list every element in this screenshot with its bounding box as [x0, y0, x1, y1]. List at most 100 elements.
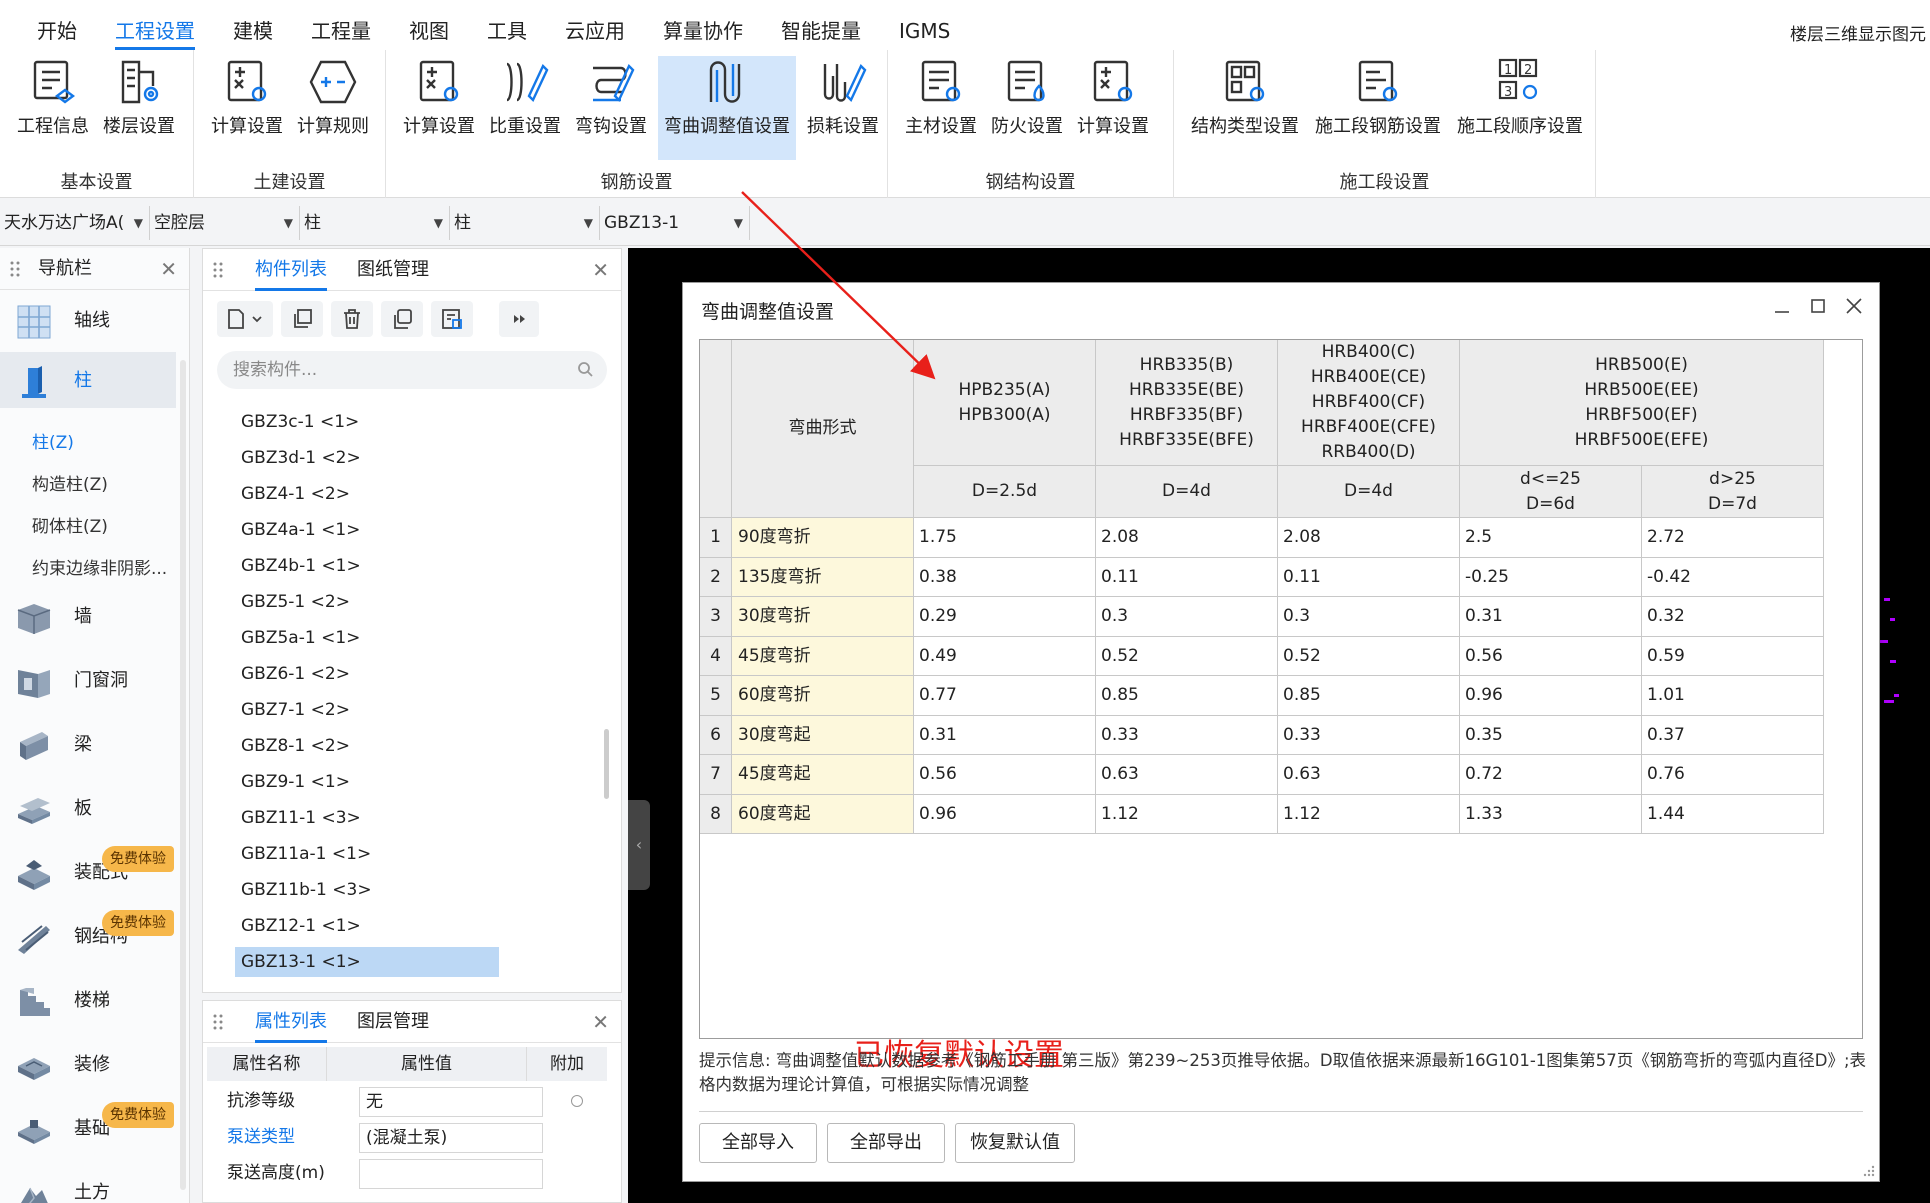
adjustment-value-cell[interactable]: 0.31: [1460, 597, 1642, 637]
adjustment-value-cell[interactable]: -0.42: [1642, 557, 1824, 597]
close-icon[interactable]: ✕: [592, 1001, 609, 1043]
type-select[interactable]: 柱 ▼: [450, 206, 600, 240]
nav-subitem-constructional-column[interactable]: 构造柱(Z): [32, 470, 108, 495]
restore-defaults-button[interactable]: 恢复默认值: [955, 1123, 1075, 1163]
main-material-settings-button[interactable]: 主材设置: [902, 56, 980, 160]
bend-adjustment-settings-button[interactable]: 弯曲调整值设置: [658, 56, 796, 160]
element-select[interactable]: GBZ13-1 ▼: [600, 206, 750, 240]
adjustment-value-cell[interactable]: 0.38: [914, 557, 1096, 597]
menu-item[interactable]: 工程设置: [96, 12, 214, 50]
more-tools-button[interactable]: [499, 301, 539, 337]
nav-item-beam[interactable]: 梁: [0, 716, 176, 774]
nav-item-wall[interactable]: 墙: [0, 588, 176, 646]
adjustment-value-cell[interactable]: 0.96: [914, 794, 1096, 834]
adjustment-value-cell[interactable]: 0.33: [1278, 715, 1460, 755]
adjustment-value-cell[interactable]: 1.12: [1278, 794, 1460, 834]
list-item[interactable]: GBZ6-1 <2>: [235, 659, 499, 689]
adjustment-value-cell[interactable]: 0.77: [914, 676, 1096, 716]
adjustment-value-cell[interactable]: 0.85: [1278, 676, 1460, 716]
adjustment-value-cell[interactable]: 0.63: [1096, 755, 1278, 795]
adjustment-value-cell[interactable]: 2.5: [1460, 518, 1642, 558]
fireproof-settings-button[interactable]: 防火设置: [988, 56, 1066, 160]
free-trial-badge[interactable]: 免费体验: [102, 910, 174, 936]
tab-property-list[interactable]: 属性列表: [255, 1001, 327, 1043]
copy-component-button[interactable]: [281, 301, 323, 337]
tab-drawing-management[interactable]: 图纸管理: [357, 249, 429, 291]
maximize-button[interactable]: [1805, 293, 1831, 319]
import-all-button[interactable]: 全部导入: [699, 1123, 817, 1163]
tab-component-list[interactable]: 构件列表: [255, 249, 327, 291]
stage-order-settings-button[interactable]: 123 施工段顺序设置: [1452, 56, 1588, 160]
adjustment-value-cell[interactable]: 1.44: [1642, 794, 1824, 834]
adjustment-value-cell[interactable]: 1.01: [1642, 676, 1824, 716]
project-select[interactable]: 天水万达广场A(▼: [0, 206, 150, 240]
list-item[interactable]: GBZ4-1 <2>: [235, 479, 499, 509]
free-trial-badge[interactable]: 免费体验: [102, 846, 174, 872]
steel-calc-settings-button[interactable]: 计算设置: [1074, 56, 1152, 160]
list-item[interactable]: GBZ9-1 <1>: [235, 767, 499, 797]
menu-item[interactable]: 算量协作: [644, 12, 762, 50]
nav-item-prefab[interactable]: 装配式 免费体验: [0, 844, 176, 902]
extract-component-button[interactable]: [431, 301, 473, 337]
menu-item[interactable]: IGMS: [880, 12, 969, 50]
nav-item-decoration[interactable]: 装修: [0, 1036, 176, 1094]
drag-handle-icon[interactable]: [213, 262, 223, 278]
list-item[interactable]: GBZ7-1 <2>: [235, 695, 499, 725]
adjustment-value-cell[interactable]: 0.72: [1460, 755, 1642, 795]
adjustment-value-cell[interactable]: 0.96: [1460, 676, 1642, 716]
adjustment-value-cell[interactable]: 0.32: [1642, 597, 1824, 637]
nav-item-foundation[interactable]: 基础 免费体验: [0, 1100, 176, 1158]
delete-component-button[interactable]: [331, 301, 373, 337]
adjustment-value-cell[interactable]: 2.72: [1642, 518, 1824, 558]
nav-item-axis[interactable]: 轴线: [0, 292, 176, 350]
list-item[interactable]: GBZ8-1 <2>: [235, 731, 499, 761]
adjustment-value-cell[interactable]: 0.52: [1096, 636, 1278, 676]
new-component-button[interactable]: [217, 301, 273, 337]
menu-item[interactable]: 工具: [468, 12, 546, 50]
nav-item-slab[interactable]: 板: [0, 780, 176, 838]
free-trial-badge[interactable]: 免费体验: [102, 1102, 174, 1128]
adjustment-value-cell[interactable]: 1.12: [1096, 794, 1278, 834]
adjustment-value-cell[interactable]: 0.76: [1642, 755, 1824, 795]
list-item[interactable]: GBZ11b-1 <3>: [235, 875, 499, 905]
panel-collapse-handle[interactable]: ‹: [628, 800, 650, 890]
property-value-field[interactable]: [359, 1159, 543, 1189]
search-input[interactable]: 搜索构件...: [217, 351, 607, 389]
adjustment-value-cell[interactable]: 2.08: [1278, 518, 1460, 558]
tab-layer-management[interactable]: 图层管理: [357, 1001, 429, 1043]
adjustment-value-cell[interactable]: 0.3: [1278, 597, 1460, 637]
property-value-field[interactable]: (混凝土泵): [359, 1123, 543, 1153]
export-all-button[interactable]: 全部导出: [827, 1123, 945, 1163]
adjustment-value-cell[interactable]: 0.63: [1278, 755, 1460, 795]
drag-handle-icon[interactable]: [213, 1014, 223, 1030]
drag-handle-icon[interactable]: [10, 261, 20, 277]
adjustment-value-cell[interactable]: -0.25: [1460, 557, 1642, 597]
menu-item[interactable]: 云应用: [546, 12, 644, 50]
nav-subitem-boundary-member[interactable]: 约束边缘非阴影...: [32, 554, 167, 579]
adjustment-value-cell[interactable]: 0.59: [1642, 636, 1824, 676]
weight-settings-button[interactable]: 比重设置: [486, 56, 564, 160]
list-item[interactable]: GBZ3c-1 <1>: [235, 407, 499, 437]
adjustment-value-cell[interactable]: 0.3: [1096, 597, 1278, 637]
adjustment-value-cell[interactable]: 0.56: [1460, 636, 1642, 676]
nav-item-column[interactable]: 柱: [0, 352, 176, 408]
list-item[interactable]: GBZ12-1 <1>: [235, 911, 499, 941]
menu-item[interactable]: 工程量: [292, 12, 390, 50]
component-list-scrollbar[interactable]: [604, 729, 609, 799]
hook-settings-button[interactable]: 弯钩设置: [572, 56, 650, 160]
menu-item[interactable]: 视图: [390, 12, 468, 50]
menu-item[interactable]: 智能提量: [762, 12, 880, 50]
close-icon[interactable]: ✕: [592, 249, 609, 291]
property-value-field[interactable]: 无: [359, 1087, 543, 1117]
list-item[interactable]: GBZ11-1 <3>: [235, 803, 499, 833]
list-item[interactable]: GBZ3d-1 <2>: [235, 443, 499, 473]
nav-scrollbar[interactable]: [180, 360, 186, 1190]
adjustment-value-cell[interactable]: 0.11: [1096, 557, 1278, 597]
nav-item-stair[interactable]: 楼梯: [0, 972, 176, 1030]
adjustment-value-cell[interactable]: 0.29: [914, 597, 1096, 637]
close-button[interactable]: [1841, 293, 1867, 319]
list-item[interactable]: GBZ4b-1 <1>: [235, 551, 499, 581]
category-select[interactable]: 柱 ▼: [300, 206, 450, 240]
adjustment-value-cell[interactable]: 2.08: [1096, 518, 1278, 558]
adjustment-value-cell[interactable]: 0.11: [1278, 557, 1460, 597]
